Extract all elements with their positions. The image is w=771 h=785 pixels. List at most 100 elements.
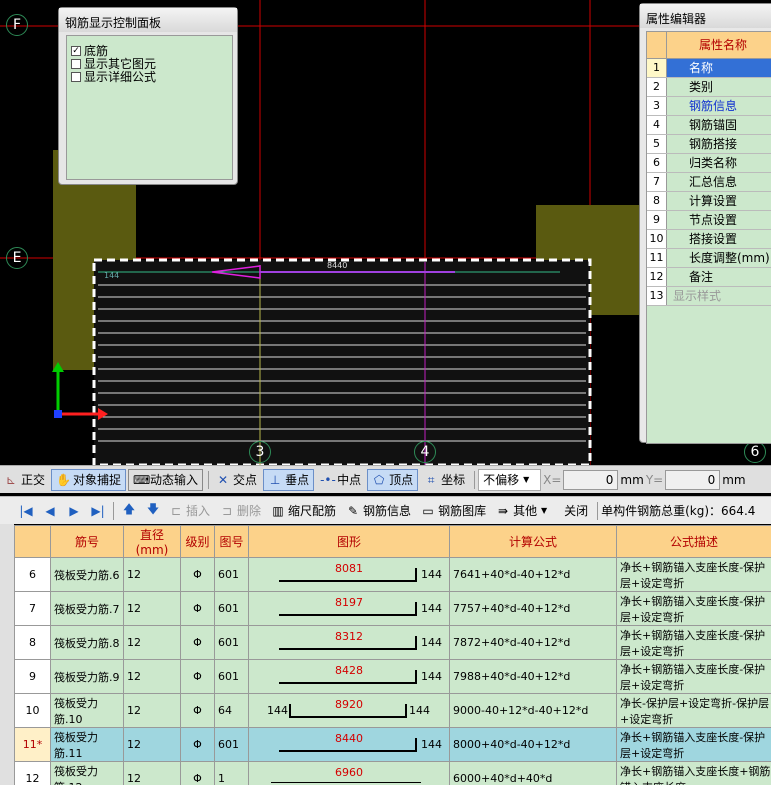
cell-figure[interactable]: 601: [214, 625, 249, 660]
cell-shape[interactable]: 6960: [248, 761, 450, 785]
cell-shape[interactable]: 8312 144: [248, 625, 450, 660]
prop-row[interactable]: 2 类别: [647, 78, 771, 97]
cell-diameter[interactable]: 12: [123, 659, 181, 694]
table-row[interactable]: 8 筏板受力筋.8 12 Φ 601 8312 144 7872+40*d-40+12*d 净长…: [14, 625, 771, 660]
cell-shape[interactable]: 8440 144: [248, 727, 450, 762]
prop-row[interactable]: 11 长度调整(mm): [647, 249, 771, 268]
checkbox-show-formula[interactable]: 显示详细公式: [67, 70, 232, 83]
cell-formula[interactable]: 8000+40*d-40+12*d: [449, 727, 617, 762]
rebar-grid[interactable]: 筋号 直径(mm) 级别 图号 图形 计算公式 公式描述 6 筏板受力筋.6 12 Φ…: [14, 525, 771, 785]
cell-figure[interactable]: 64: [214, 693, 249, 728]
cell-grade[interactable]: Φ: [180, 693, 215, 728]
prop-row[interactable]: 3 钢筋信息: [647, 97, 771, 116]
cell-figure[interactable]: 601: [214, 727, 249, 762]
prev-icon[interactable]: ◀: [38, 504, 62, 518]
cell-figure[interactable]: 601: [214, 659, 249, 694]
scale-rebar-button[interactable]: ▥ 缩尺配筋: [267, 500, 340, 522]
cell-description[interactable]: 净长+钢筋锚入支座长度-保护层+设定弯折: [616, 557, 771, 592]
ortho-button[interactable]: ⊾ 正交: [0, 469, 49, 491]
vertex-button[interactable]: ⬠ 顶点: [367, 468, 419, 491]
cell-description[interactable]: 净长-保护层+设定弯折-保护层+设定弯折: [616, 693, 771, 728]
cell-name[interactable]: 筏板受力筋.11: [50, 727, 124, 762]
prop-row[interactable]: 13 显示样式: [647, 287, 771, 306]
cell-diameter[interactable]: 12: [123, 693, 181, 728]
rebar-display-panel[interactable]: 钢筋显示控制面板 ✓ 底筋 显示其它图元 显示详细公式: [58, 7, 238, 185]
coord-button[interactable]: ⌗ 坐标: [420, 469, 469, 491]
cell-shape[interactable]: 8197 144: [248, 591, 450, 626]
cell-name[interactable]: 筏板受力筋.9: [50, 659, 124, 694]
cell-grade[interactable]: Φ: [180, 591, 215, 626]
cell-formula[interactable]: 7872+40*d-40+12*d: [449, 625, 617, 660]
cell-diameter[interactable]: 12: [123, 625, 181, 660]
cell-formula[interactable]: 6000+40*d+40*d: [449, 761, 617, 785]
checkbox-show-other[interactable]: 显示其它图元: [67, 57, 232, 70]
table-row[interactable]: 11* 筏板受力筋.11 12 Φ 601 8440 144 8000+40*d-40+12*…: [14, 727, 771, 762]
cell-description[interactable]: 净长+钢筋锚入支座长度-保护层+设定弯折: [616, 591, 771, 626]
table-row[interactable]: 12筏板受力筋.1212Φ169606000+40*d+40*d净长+钢筋锚入支…: [14, 761, 771, 785]
cell-grade[interactable]: Φ: [180, 727, 215, 762]
cell-name[interactable]: 筏板受力筋.10: [50, 693, 124, 728]
offset-dropdown[interactable]: 不偏移 ▼: [478, 468, 542, 491]
cell-diameter[interactable]: 12: [123, 761, 181, 785]
prop-row[interactable]: 7 汇总信息: [647, 173, 771, 192]
cell-formula[interactable]: 7757+40*d-40+12*d: [449, 591, 617, 626]
drawing-canvas[interactable]: F E 3 4 6 8440 144 钢筋显示控制面板 ✓ 底筋 显示其它图元 显…: [0, 0, 771, 465]
table-row[interactable]: 6 筏板受力筋.6 12 Φ 601 8081 144 7641+40*d-40+12*d 净长…: [14, 557, 771, 592]
next-icon[interactable]: ▶: [62, 504, 86, 518]
checkbox-bottom-rebar[interactable]: ✓ 底筋: [67, 44, 232, 57]
rebar-info-button[interactable]: ✎ 钢筋信息: [342, 500, 415, 522]
table-row[interactable]: 9 筏板受力筋.9 12 Φ 601 8428 144 7988+40*d-40+12*d 净长…: [14, 659, 771, 694]
prop-row[interactable]: 12 备注: [647, 268, 771, 287]
snap-button[interactable]: ✋ 对象捕捉: [51, 468, 127, 491]
insert-button[interactable]: ⊏ 插入: [165, 500, 214, 522]
prop-row[interactable]: 5 钢筋搭接: [647, 135, 771, 154]
other-button[interactable]: ⇛ 其他 ▼: [492, 500, 558, 522]
intersect-button[interactable]: ✕ 交点: [212, 469, 261, 491]
cell-diameter[interactable]: 12: [123, 727, 181, 762]
rebar-library-button[interactable]: ▭ 钢筋图库: [417, 500, 490, 522]
cell-shape[interactable]: 8428 144: [248, 659, 450, 694]
cell-figure[interactable]: 601: [214, 557, 249, 592]
perpendicular-button[interactable]: ⊥ 垂点: [263, 468, 315, 491]
cell-description[interactable]: 净长+钢筋锚入支座长度+钢筋锚入支座长度: [616, 761, 771, 785]
cell-grade[interactable]: Φ: [180, 625, 215, 660]
last-icon[interactable]: ▶|: [86, 504, 110, 518]
table-row[interactable]: 7 筏板受力筋.7 12 Φ 601 8197 144 7757+40*d-40+12*d 净长…: [14, 591, 771, 626]
cell-diameter[interactable]: 12: [123, 557, 181, 592]
x-input[interactable]: 0: [563, 469, 619, 490]
cell-grade[interactable]: Φ: [180, 659, 215, 694]
cell-name[interactable]: 筏板受力筋.6: [50, 557, 124, 592]
dynamic-input-button[interactable]: ⌨ 动态输入: [128, 468, 204, 491]
prop-row[interactable]: 6 归类名称: [647, 154, 771, 173]
cell-grade[interactable]: Φ: [180, 557, 215, 592]
delete-button[interactable]: ⊐ 删除: [216, 500, 265, 522]
cell-grade[interactable]: Φ: [180, 761, 215, 785]
cell-shape[interactable]: 8081 144: [248, 557, 450, 592]
cell-figure[interactable]: 1: [214, 761, 249, 785]
cell-diameter[interactable]: 12: [123, 591, 181, 626]
close-button[interactable]: 关闭: [560, 500, 592, 522]
move-down-icon[interactable]: 🡇: [141, 500, 165, 521]
cell-formula[interactable]: 9000-40+12*d-40+12*d: [449, 693, 617, 728]
cell-description[interactable]: 净长+钢筋锚入支座长度-保护层+设定弯折: [616, 625, 771, 660]
cell-description[interactable]: 净长+钢筋锚入支座长度-保护层+设定弯折: [616, 659, 771, 694]
cell-name[interactable]: 筏板受力筋.7: [50, 591, 124, 626]
midpoint-button[interactable]: -•- 中点: [316, 469, 365, 491]
cell-formula[interactable]: 7641+40*d-40+12*d: [449, 557, 617, 592]
cell-figure[interactable]: 601: [214, 591, 249, 626]
cell-formula[interactable]: 7988+40*d-40+12*d: [449, 659, 617, 694]
cell-shape[interactable]: 8920 144 144: [248, 693, 450, 728]
move-up-icon[interactable]: 🡅: [117, 500, 141, 521]
cell-name[interactable]: 筏板受力筋.8: [50, 625, 124, 660]
y-input[interactable]: 0: [665, 469, 721, 490]
prop-row[interactable]: 1 名称: [647, 59, 771, 78]
prop-row[interactable]: 9 节点设置: [647, 211, 771, 230]
cell-description[interactable]: 净长+钢筋锚入支座长度-保护层+设定弯折: [616, 727, 771, 762]
prop-row[interactable]: 8 计算设置: [647, 192, 771, 211]
cell-name[interactable]: 筏板受力筋.12: [50, 761, 124, 785]
prop-row[interactable]: 4 钢筋锚固: [647, 116, 771, 135]
property-editor-panel[interactable]: 属性编辑器 属性名称 1 名称 2 类别 3 钢筋信息 4 钢筋锚固 5 钢筋搭接 6 归类名称 7 汇总…: [639, 3, 771, 444]
first-icon[interactable]: |◀: [14, 504, 38, 518]
prop-row[interactable]: 10 搭接设置: [647, 230, 771, 249]
table-row[interactable]: 10 筏板受力筋.10 12 Φ 64 8920 144 144 9000-40+12*d-40…: [14, 693, 771, 728]
